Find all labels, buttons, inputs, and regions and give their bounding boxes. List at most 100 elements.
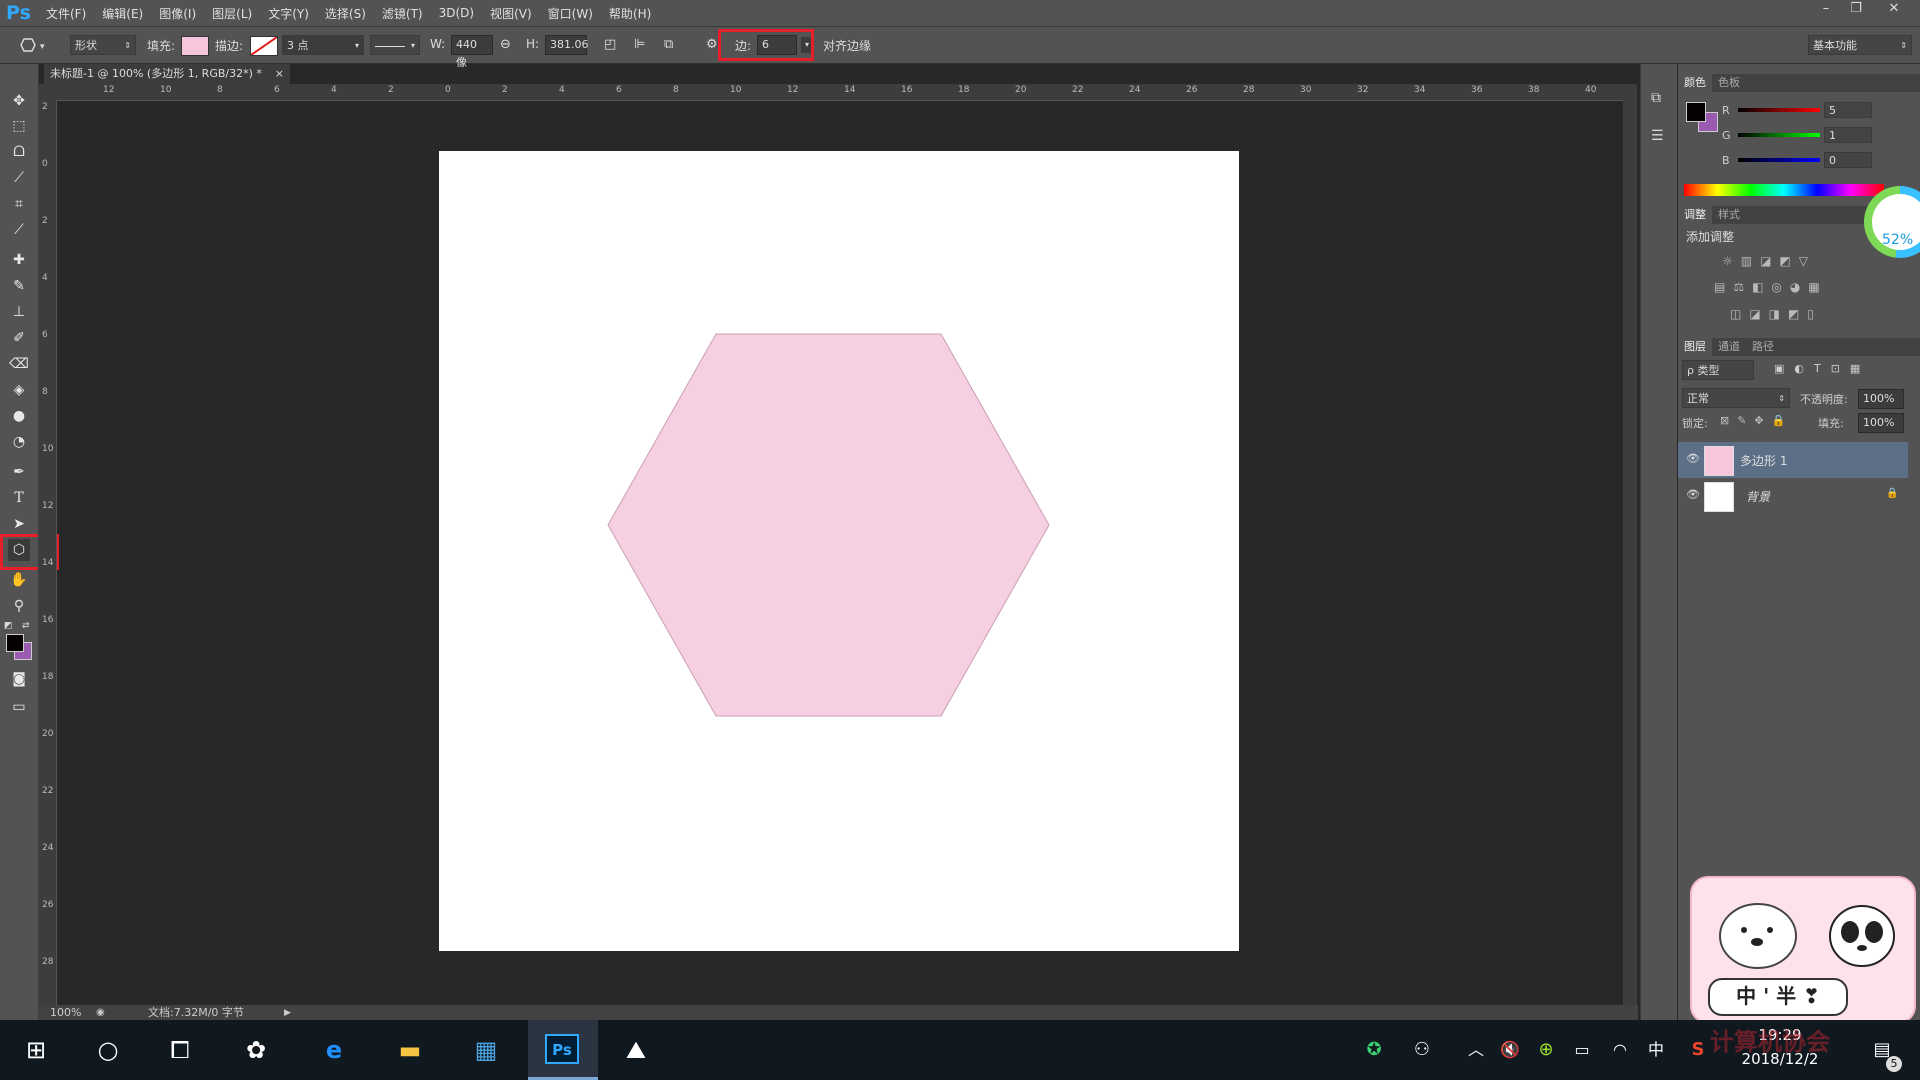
menu-edit[interactable]: 编辑(E)	[102, 5, 143, 22]
hexagon-shape[interactable]	[607, 333, 1050, 717]
default-colors-icon[interactable]: ◩	[4, 621, 14, 631]
windows-start-icon[interactable]: ⊞	[16, 1030, 56, 1070]
blend-mode-select[interactable]: 正常 ⇕	[1682, 388, 1790, 408]
tab-adjustments[interactable]: 调整	[1678, 206, 1712, 224]
edge-browser-icon[interactable]: e	[314, 1030, 354, 1070]
adjustment-icons-row-3[interactable]: ◫◪◨◩▯	[1730, 307, 1822, 321]
tool-preset-picker[interactable]: ▾	[20, 35, 54, 55]
color-spectrum-bar[interactable]	[1684, 184, 1884, 196]
workspace-select[interactable]: 基本功能 ⇕	[1808, 35, 1912, 55]
red-value[interactable]: 5	[1824, 102, 1872, 118]
menu-select[interactable]: 选择(S)	[325, 5, 366, 22]
quick-mask-icon[interactable]: ◙	[8, 668, 30, 690]
tab-swatches[interactable]: 色板	[1712, 74, 1746, 92]
vertical-scrollbar[interactable]	[1623, 84, 1637, 1005]
foreground-color-swatch[interactable]	[6, 634, 24, 652]
menu-file[interactable]: 文件(F)	[46, 5, 86, 22]
menu-layer[interactable]: 图层(L)	[212, 5, 252, 22]
lasso-tool-icon[interactable]: ᗝ	[8, 141, 30, 163]
paint-bucket-tool-icon[interactable]: ◈	[8, 379, 30, 401]
layer-filter-select[interactable]: ρ 类型	[1682, 360, 1754, 380]
zoom-tool-icon[interactable]: ⚲	[8, 595, 30, 617]
security-app-icon[interactable]: ⊕	[1526, 1030, 1566, 1070]
file-explorer-icon[interactable]: ▬	[390, 1030, 430, 1070]
tray-app-icon[interactable]: ✪	[1354, 1030, 1394, 1070]
stroke-type-select[interactable]: ▾	[370, 35, 420, 55]
stroke-color-swatch[interactable]	[250, 36, 278, 56]
color-fg-swatch[interactable]	[1686, 102, 1706, 122]
screen-mode-icon[interactable]: ▭	[8, 696, 30, 718]
quick-select-tool-icon[interactable]: ⟋	[8, 167, 30, 189]
path-arrangement-icon[interactable]: ⧉	[664, 37, 673, 52]
menu-type[interactable]: 文字(Y)	[268, 5, 309, 22]
layer-row-background[interactable]: 👁 背景 🔒	[1678, 478, 1908, 514]
wifi-icon[interactable]: ◠	[1600, 1030, 1640, 1070]
green-slider[interactable]	[1738, 133, 1820, 137]
history-panel-icon[interactable]: ⧉	[1651, 90, 1661, 106]
tab-paths[interactable]: 路径	[1746, 338, 1780, 356]
minimize-button[interactable]: –	[1812, 0, 1840, 18]
document-tab[interactable]: 未标题-1 @ 100% (多边形 1, RGB/32*) * ×	[44, 64, 290, 84]
layer-name-background[interactable]: 背景	[1746, 488, 1770, 505]
ime-indicator[interactable]: 中	[1636, 1030, 1676, 1070]
cortana-search-icon[interactable]: ○	[88, 1030, 128, 1070]
tab-layers[interactable]: 图层	[1678, 338, 1712, 356]
opacity-input[interactable]: 100%	[1858, 389, 1904, 409]
adjustment-icons-row-2[interactable]: ▤⚖◧◎◕▦	[1714, 280, 1828, 294]
red-slider[interactable]	[1738, 108, 1820, 112]
stamp-tool-icon[interactable]: ⊥	[8, 301, 30, 323]
shape-mode-select[interactable]: 形状 ⇕	[70, 35, 136, 55]
volume-muted-icon[interactable]: 🔇	[1490, 1030, 1530, 1070]
blue-slider[interactable]	[1738, 158, 1820, 162]
properties-panel-icon[interactable]: ☰	[1651, 128, 1664, 144]
layer-row-polygon[interactable]: 👁 多边形 1	[1678, 442, 1908, 478]
width-input[interactable]: 440 像	[451, 35, 493, 69]
fill-color-swatch[interactable]	[181, 36, 209, 56]
archive-app-icon[interactable]: ▦	[466, 1030, 506, 1070]
marquee-tool-icon[interactable]: ⬚	[8, 115, 30, 137]
eye-icon[interactable]: 👁	[1686, 452, 1700, 465]
tab-styles[interactable]: 样式	[1712, 206, 1746, 224]
layer-name-polygon[interactable]: 多边形 1	[1740, 452, 1787, 469]
align-edges-checkbox[interactable]: 对齐边缘	[823, 37, 871, 54]
blue-value[interactable]: 0	[1824, 152, 1872, 168]
fill-opacity-input[interactable]: 100%	[1858, 413, 1904, 433]
brush-tool-icon[interactable]: ✎	[8, 275, 30, 297]
app-swirl-icon[interactable]: ✿	[236, 1030, 276, 1070]
path-alignment-icon[interactable]: ⊫	[634, 37, 645, 52]
blur-tool-icon[interactable]: ●	[8, 405, 30, 427]
menu-window[interactable]: 窗口(W)	[548, 5, 593, 22]
dodge-tool-icon[interactable]: ◔	[8, 431, 30, 453]
eye-icon[interactable]: 👁	[1686, 488, 1700, 501]
menu-view[interactable]: 视图(V)	[490, 5, 532, 22]
menu-help[interactable]: 帮助(H)	[609, 5, 651, 22]
stroke-width-input[interactable]: 3 点 ▾	[282, 35, 364, 55]
swap-colors-icon[interactable]: ⇄	[22, 621, 34, 631]
layer-filter-icons[interactable]: ▣◐T⊡▦	[1774, 362, 1870, 375]
menu-image[interactable]: 图像(I)	[159, 5, 196, 22]
document-canvas[interactable]	[439, 151, 1239, 951]
link-icon[interactable]: ⊖	[500, 37, 511, 52]
battery-icon[interactable]: ▭	[1562, 1030, 1602, 1070]
eraser-tool-icon[interactable]: ⌫	[8, 353, 30, 375]
menu-3d[interactable]: 3D(D)	[439, 6, 474, 20]
healing-brush-tool-icon[interactable]: ✚	[8, 249, 30, 271]
tab-channels[interactable]: 通道	[1712, 338, 1746, 356]
adjustment-icons-row-1[interactable]: ☼▥◪◩▽	[1722, 254, 1816, 268]
status-menu-icon[interactable]: ◉	[96, 1005, 105, 1021]
green-value[interactable]: 1	[1824, 127, 1872, 143]
close-button[interactable]: ✕	[1880, 0, 1908, 18]
history-brush-tool-icon[interactable]: ✐	[8, 327, 30, 349]
path-select-tool-icon[interactable]: ➤	[8, 513, 30, 535]
crop-tool-icon[interactable]: ⌗	[8, 193, 30, 215]
play-arrow-icon[interactable]: ▶	[284, 1005, 291, 1021]
restore-button[interactable]: ❐	[1842, 0, 1870, 18]
speed-gauge[interactable]: 52%	[1864, 186, 1920, 258]
tab-color[interactable]: 颜色	[1678, 74, 1712, 92]
gear-icon[interactable]: ⚙	[706, 37, 718, 52]
people-icon[interactable]: ⚇	[1402, 1030, 1442, 1070]
close-tab-icon[interactable]: ×	[275, 64, 284, 84]
path-operations-icon[interactable]: ◰	[604, 37, 616, 52]
height-input[interactable]: 381.06	[545, 35, 589, 55]
lock-icons[interactable]: ⊠✎✥🔒	[1720, 414, 1793, 427]
